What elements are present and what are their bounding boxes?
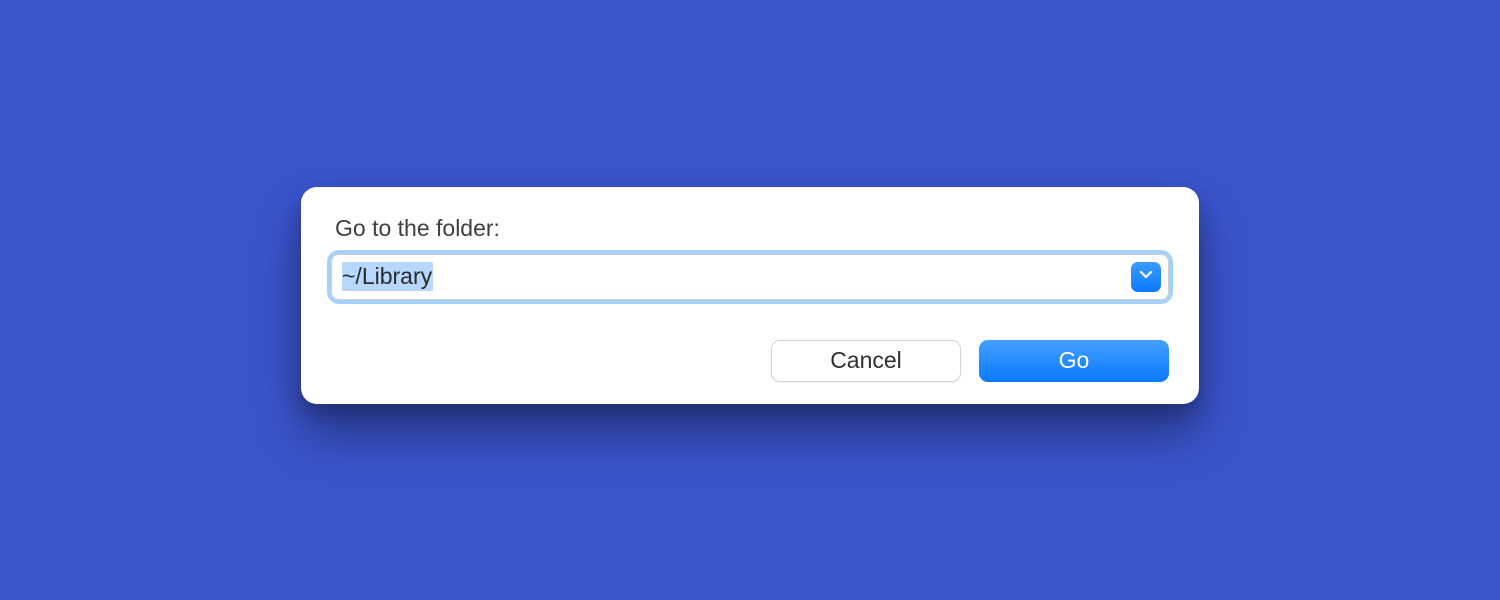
chevron-down-icon [1138,266,1154,287]
cancel-button[interactable]: Cancel [771,340,961,382]
folder-path-value: ~/Library [342,262,433,291]
dialog-button-row: Cancel Go [331,340,1169,382]
go-to-folder-dialog: Go to the folder: ~/Library Cancel Go [301,187,1199,404]
dialog-label: Go to the folder: [331,215,1169,242]
background-canvas: Go to the folder: ~/Library Cancel Go [0,0,1500,600]
path-history-dropdown-button[interactable] [1131,262,1161,292]
folder-path-input[interactable]: ~/Library [331,254,1169,300]
go-button[interactable]: Go [979,340,1169,382]
